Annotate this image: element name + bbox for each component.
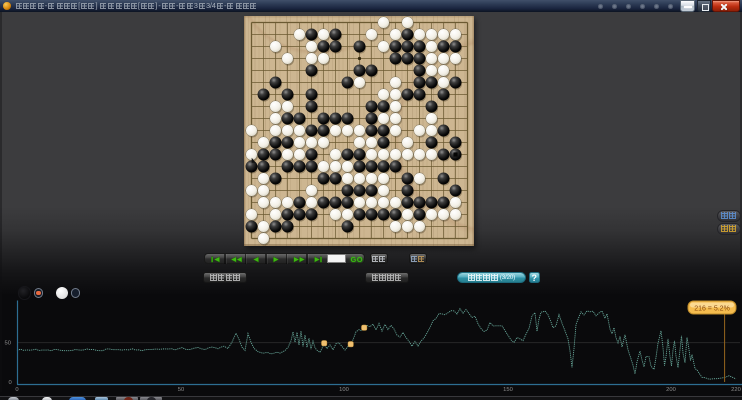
svg-text:50: 50 <box>5 341 11 347</box>
svg-text:150: 150 <box>503 387 513 393</box>
svg-text:0: 0 <box>9 380 12 386</box>
svg-text:0: 0 <box>15 387 18 393</box>
svg-text:50: 50 <box>178 387 184 393</box>
svg-text:220: 220 <box>731 387 741 393</box>
svg-text:200: 200 <box>666 387 676 393</box>
svg-text:100: 100 <box>339 387 349 393</box>
svg-text:216 = 5.2%: 216 = 5.2% <box>694 306 730 313</box>
